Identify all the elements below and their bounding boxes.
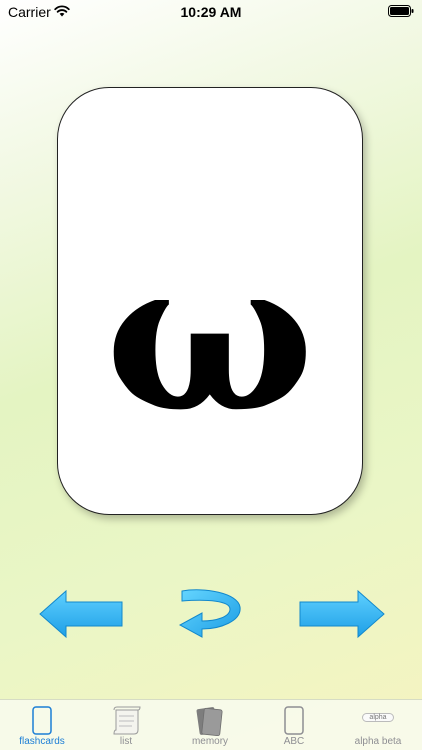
- arrow-right-icon: [299, 589, 385, 639]
- card-outline-icon: [284, 706, 304, 735]
- previous-card-button[interactable]: [38, 589, 124, 639]
- tab-bar: flashcards list memory ABC alpha alpha b…: [0, 699, 422, 750]
- flashcard-icon: [32, 706, 52, 735]
- tab-label-flashcards: flashcards: [19, 736, 65, 747]
- tab-label-list: list: [119, 736, 133, 747]
- battery-icon: [388, 5, 414, 17]
- status-time: 10:29 AM: [180, 4, 242, 20]
- tab-label-memory: memory: [191, 736, 229, 747]
- tab-flashcards[interactable]: flashcards: [0, 704, 84, 750]
- arrow-left-icon: [39, 589, 123, 639]
- tab-label-abc: ABC: [283, 736, 305, 747]
- flashcard[interactable]: ω: [57, 87, 363, 515]
- status-bar: Carrier 10:29 AM: [0, 0, 422, 24]
- flip-card-button[interactable]: [176, 585, 244, 643]
- tab-abc[interactable]: ABC: [252, 704, 336, 750]
- tab-label-alpha-beta: alpha beta: [354, 736, 402, 747]
- tab-alpha-beta[interactable]: alpha alpha beta: [336, 704, 420, 750]
- flip-arrow-icon: [178, 589, 241, 638]
- alpha-beta-icon: alpha: [336, 706, 420, 736]
- tab-memory[interactable]: memory: [168, 704, 252, 750]
- tab-list[interactable]: list: [84, 704, 168, 750]
- next-card-button[interactable]: [298, 589, 386, 639]
- scroll-icon: [113, 706, 141, 735]
- alpha-beta-icon-text: alpha: [362, 713, 394, 722]
- cards-stack-icon: [196, 707, 223, 736]
- flashcard-glyph: ω: [105, 212, 315, 459]
